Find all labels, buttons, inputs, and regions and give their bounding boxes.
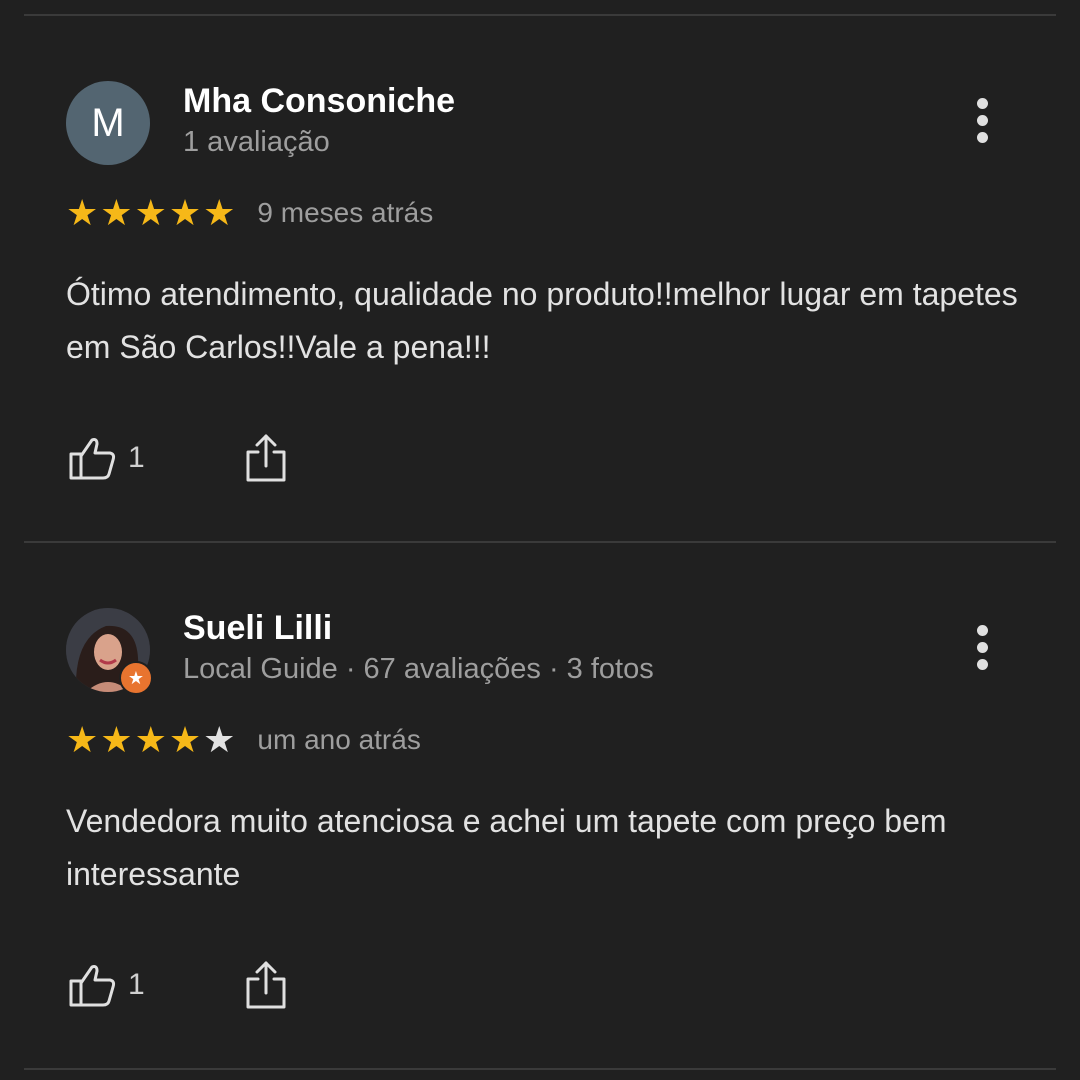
star-icon: ★ [203, 719, 236, 760]
review-text: Ótimo atendimento, qualidade no produto!… [66, 276, 1018, 365]
thumbs-up-icon [69, 438, 116, 480]
review-time: um ano atrás [257, 724, 421, 755]
star-icon: ★ [66, 719, 99, 760]
star-icon: ★ [134, 719, 167, 760]
avatar[interactable]: ★ [66, 608, 153, 695]
rating-row: ★ ★ ★ ★ ★ um ano atrás [66, 720, 421, 760]
review-actions: 1 [66, 955, 296, 1015]
star-icon: ★ [100, 719, 133, 760]
star-rating: ★ ★ ★ ★ ★ [66, 195, 235, 231]
share-button[interactable] [236, 428, 296, 488]
star-icon: ★ [134, 192, 167, 233]
share-icon [246, 434, 286, 482]
bottom-divider [24, 1068, 1056, 1070]
review-time: 9 meses atrás [257, 197, 434, 228]
thumbs-up-icon [69, 965, 116, 1007]
share-icon [246, 961, 286, 1009]
like-count: 1 [128, 441, 145, 474]
like-button[interactable]: 1 [66, 428, 216, 488]
avatar[interactable]: M [66, 81, 150, 165]
review-card: ★ Sueli Lilli Local Guide · 67 avaliaçõe… [0, 527, 1080, 1054]
reviewer-meta: Local Guide · 67 avaliações · 3 fotos [183, 653, 654, 685]
star-rating: ★ ★ ★ ★ ★ [66, 722, 235, 758]
local-guide-badge-icon: ★ [119, 661, 153, 695]
more-vert-icon[interactable] [966, 98, 998, 146]
share-button[interactable] [236, 955, 296, 1015]
review-text: Vendedora muito atenciosa e achei um tap… [66, 803, 947, 892]
star-icon: ★ [168, 719, 202, 760]
star-icon: ★ [168, 192, 202, 233]
star-icon: ★ [203, 192, 236, 233]
more-vert-icon[interactable] [966, 625, 998, 673]
review-card: M Mha Consoniche 1 avaliação ★ ★ ★ ★ ★ 9… [0, 0, 1080, 527]
review-actions: 1 [66, 428, 296, 488]
star-icon: ★ [100, 192, 133, 233]
reviewer-name[interactable]: Sueli Lilli [183, 609, 332, 648]
rating-row: ★ ★ ★ ★ ★ 9 meses atrás [66, 193, 433, 233]
reviewer-meta: 1 avaliação [183, 126, 330, 158]
like-button[interactable]: 1 [66, 955, 216, 1015]
star-icon: ★ [66, 192, 99, 233]
reviewer-name[interactable]: Mha Consoniche [183, 82, 455, 121]
like-count: 1 [128, 968, 145, 1001]
